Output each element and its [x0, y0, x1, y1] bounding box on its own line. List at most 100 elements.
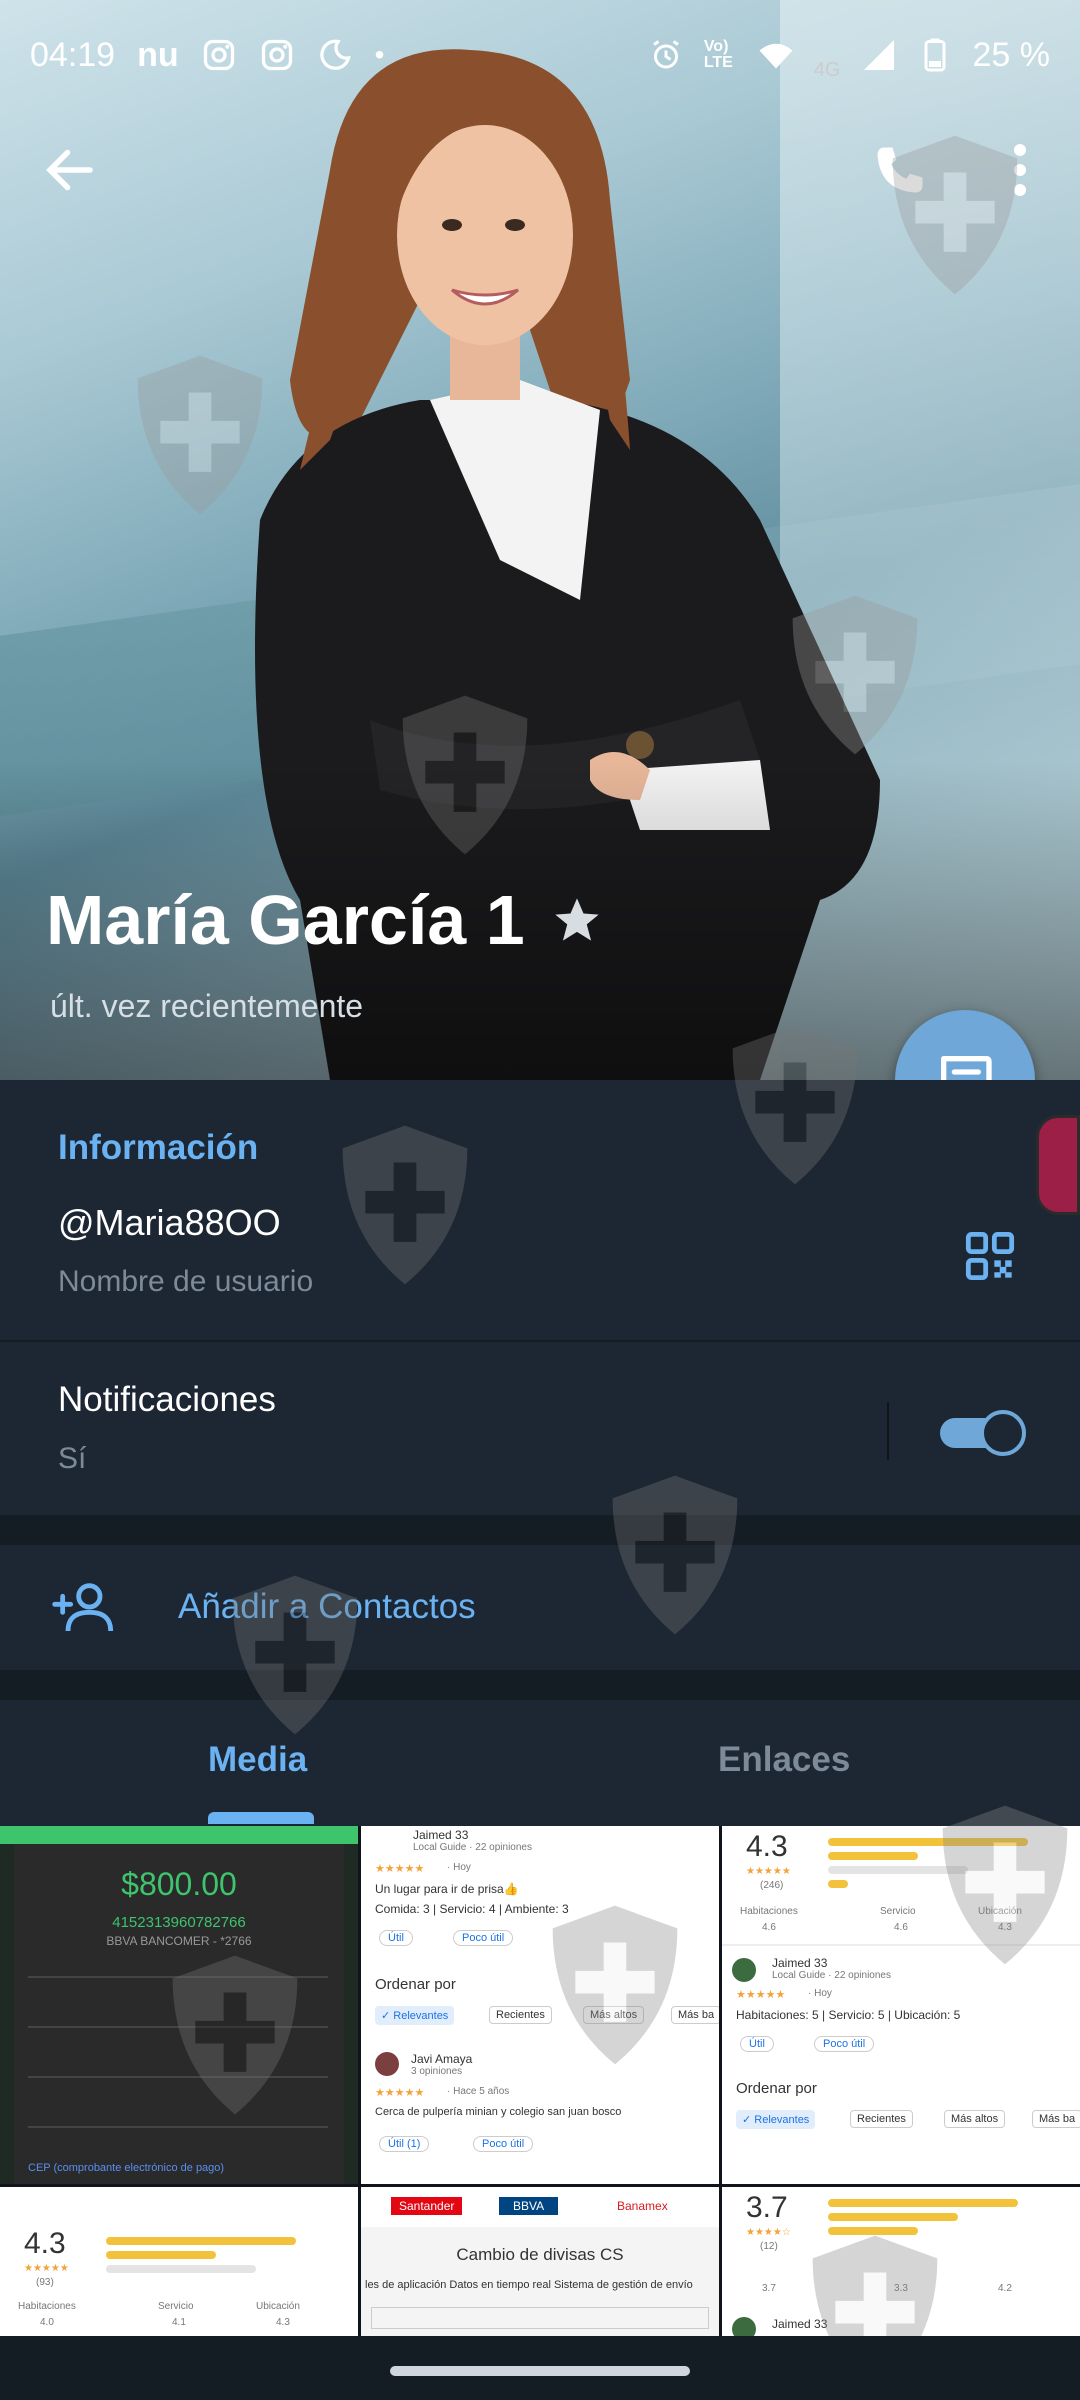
transfer-bank: BBVA BANCOMER - *2766	[106, 1934, 252, 1948]
media-thumbnail-exchange[interactable]: Santander BBVA Banamex Cambio de divisas…	[361, 2187, 719, 2336]
not-useful-button: Poco útil	[814, 2036, 875, 2052]
brand-logo-banamex: Banamex	[617, 2199, 668, 2213]
review-author: Jaimed 33	[413, 1828, 469, 1842]
review-stars: ★★★★★	[736, 1989, 786, 2001]
brand-logo-santander: Santander	[391, 2197, 463, 2215]
rating-stars: ★★★★☆	[746, 2227, 791, 2238]
battery-percent: 25 %	[972, 35, 1051, 74]
back-arrow-icon[interactable]	[40, 140, 100, 200]
shield-watermark-icon	[342, 1125, 468, 1285]
sub-value: 3.7	[762, 2283, 776, 2294]
chip-lowest: Más ba	[1032, 2110, 1080, 2128]
rating-value: 4.3	[24, 2227, 66, 2260]
sub-label: Ubicación	[256, 2301, 300, 2312]
shield-watermark-icon	[232, 1575, 358, 1735]
sub-label: Habitaciones	[740, 1906, 798, 1917]
rating-bar	[106, 2237, 296, 2245]
review-text: Un lugar para ir de prisa👍	[375, 1882, 519, 1896]
transfer-account: 4152313960782766	[112, 1914, 246, 1931]
rating-bar	[828, 2213, 958, 2221]
sub-value: 4.1	[172, 2317, 186, 2328]
rating-bar	[106, 2251, 216, 2259]
alarm-icon	[652, 40, 679, 69]
rating-bar	[828, 2199, 1018, 2207]
floating-side-tab[interactable]	[1036, 1115, 1080, 1215]
status-time: 04:19	[30, 35, 116, 74]
shield-watermark-icon	[732, 1025, 858, 1185]
sub-label: Servicio	[880, 1906, 916, 1917]
network-generation: 4G	[813, 58, 841, 81]
not-useful-button: Poco útil	[473, 2136, 534, 2152]
rating-count: (93)	[36, 2277, 54, 2288]
shield-watermark-icon	[792, 595, 918, 755]
carrier-icon: nu	[137, 35, 179, 74]
vertical-divider	[887, 1402, 889, 1460]
signal-icon	[863, 40, 894, 70]
review-author: Jaimed 33	[772, 1956, 828, 1970]
review-when: · Hoy	[808, 1988, 832, 1999]
review-stars: ★★★★★	[375, 2087, 425, 2099]
order-by-label: Ordenar por	[736, 2080, 817, 2097]
rating-bar	[828, 1880, 848, 1888]
username[interactable]: @Maria88OO	[58, 1202, 281, 1244]
sub-value: 4.6	[894, 1922, 908, 1933]
rating-bar	[828, 1852, 918, 1860]
rating-value: 4.3	[746, 1830, 788, 1863]
chip-relevant: ✓ Relevantes	[375, 2006, 455, 2025]
review-scores: Habitaciones: 5 | Servicio: 5 | Ubicació…	[736, 2008, 961, 2022]
avatar	[732, 1958, 756, 1982]
volte-icon: Vo) LTE	[703, 38, 733, 71]
section-gap	[0, 1670, 1080, 1700]
instagram-icon	[261, 39, 292, 71]
shield-watermark-icon	[402, 695, 528, 855]
divider	[0, 1340, 1080, 1342]
thumb-table	[371, 2307, 709, 2329]
profile-name-row: María García 1	[46, 880, 603, 960]
status-bar: 04:19 nu • Vo) LTE 4G 25 %	[0, 0, 1080, 110]
star-icon	[554, 898, 599, 941]
useful-button: Útil	[740, 2036, 774, 2052]
rating-value: 3.7	[746, 2191, 788, 2224]
review-author: Javi Amaya	[411, 2052, 473, 2066]
rating-bar	[106, 2265, 256, 2273]
rating-count: (246)	[760, 1880, 784, 1891]
review-stars: ★★★★★	[375, 1863, 425, 1875]
system-nav-bar	[0, 2336, 1080, 2400]
qr-code-icon[interactable]	[964, 1230, 1016, 1282]
profile-name: María García 1	[46, 881, 525, 959]
useful-button: Útil (1)	[379, 2136, 430, 2152]
sub-value: 4.6	[762, 1922, 776, 1933]
shield-watermark-icon	[172, 1955, 298, 2115]
home-gesture-bar[interactable]	[390, 2366, 690, 2376]
tab-links[interactable]: Enlaces	[718, 1740, 850, 1780]
add-to-contacts-button[interactable]: Añadir a Contactos	[0, 1545, 1080, 1670]
transfer-link: CEP (comprobante electrónico de pago)	[28, 2162, 225, 2174]
info-section-title: Información	[58, 1128, 259, 1167]
sub-label: Habitaciones	[18, 2301, 76, 2312]
rating-stars: ★★★★★	[746, 1866, 791, 1877]
review-when: · Hace 5 años	[447, 2086, 510, 2097]
notifications-toggle[interactable]	[940, 1410, 1026, 1456]
battery-icon	[924, 38, 945, 72]
review-meta: 3 opiniones	[411, 2066, 463, 2077]
section-gap	[0, 1515, 1080, 1545]
avatar	[732, 2317, 756, 2336]
chip-highest: Más altos	[944, 2110, 1006, 2128]
wifi-icon	[759, 43, 793, 69]
review-when: · Hoy	[447, 1862, 471, 1873]
not-useful-button: Poco útil	[453, 1930, 514, 1946]
avatar	[375, 2052, 399, 2076]
instagram-icon	[203, 39, 234, 71]
chip-recent: Recientes	[850, 2110, 913, 2128]
toggle-knob	[980, 1410, 1026, 1456]
notifications-label[interactable]: Notificaciones	[58, 1380, 276, 1420]
sub-label: Servicio	[158, 2301, 194, 2312]
info-section: Información @Maria88OO Nombre de usuario…	[0, 1080, 1080, 1515]
thumb-header	[0, 1826, 358, 1844]
notifications-value: Sí	[58, 1442, 87, 1475]
media-thumbnail-rating[interactable]: 4.3 ★★★★★ (93) Habitaciones Servicio Ubi…	[0, 2187, 358, 2336]
tab-media[interactable]: Media	[208, 1740, 307, 1780]
chip-relevant: ✓ Relevantes	[736, 2110, 816, 2129]
review-meta: Local Guide · 22 opiniones	[772, 1970, 891, 1981]
transfer-amount: $800.00	[121, 1866, 237, 1902]
